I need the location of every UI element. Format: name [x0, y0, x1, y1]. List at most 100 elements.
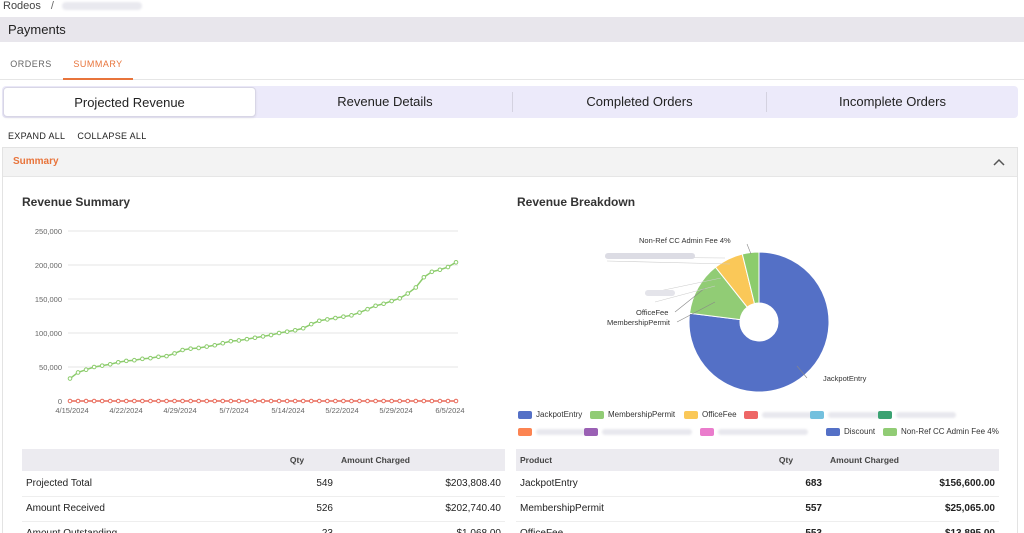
data-point[interactable]: [220, 398, 226, 404]
data-point[interactable]: [75, 370, 81, 375]
data-point[interactable]: [204, 398, 210, 404]
legend-item[interactable]: [878, 410, 956, 422]
data-point[interactable]: [123, 398, 129, 404]
data-point[interactable]: [445, 264, 451, 270]
tab-projected-revenue[interactable]: Projected Revenue: [3, 87, 256, 117]
data-point[interactable]: [445, 398, 451, 404]
data-point[interactable]: [196, 345, 201, 351]
data-point[interactable]: [429, 398, 435, 404]
data-point[interactable]: [132, 398, 137, 404]
data-point[interactable]: [292, 398, 298, 404]
data-point[interactable]: [188, 398, 193, 404]
data-point[interactable]: [180, 398, 185, 404]
data-point[interactable]: [421, 274, 427, 280]
legend-item[interactable]: JackpotEntry: [518, 410, 582, 422]
data-point[interactable]: [140, 398, 145, 404]
tab-completed-orders[interactable]: Completed Orders: [513, 87, 766, 117]
data-point[interactable]: [389, 398, 394, 404]
data-point[interactable]: [381, 301, 386, 307]
chevron-up-icon[interactable]: [991, 154, 1007, 170]
data-point[interactable]: [67, 376, 73, 381]
data-point[interactable]: [164, 398, 169, 404]
data-point[interactable]: [453, 398, 459, 404]
data-point[interactable]: [276, 398, 282, 404]
data-point[interactable]: [228, 398, 234, 404]
data-point[interactable]: [341, 398, 346, 404]
legend-item[interactable]: [700, 427, 808, 439]
expand-all-button[interactable]: EXPAND ALL: [8, 131, 65, 141]
data-point[interactable]: [172, 398, 177, 404]
data-point[interactable]: [333, 398, 338, 404]
data-point[interactable]: [268, 332, 274, 338]
data-point[interactable]: [453, 259, 459, 265]
data-point[interactable]: [405, 398, 411, 404]
legend-item[interactable]: Discount: [826, 427, 875, 439]
data-point[interactable]: [437, 398, 443, 404]
data-point[interactable]: [252, 335, 258, 341]
legend-item[interactable]: Non-Ref CC Admin Fee 4%: [883, 427, 999, 439]
data-point[interactable]: [349, 313, 354, 318]
data-point[interactable]: [180, 347, 185, 353]
data-point[interactable]: [172, 351, 177, 356]
data-point[interactable]: [244, 336, 250, 342]
data-point[interactable]: [316, 318, 322, 324]
data-point[interactable]: [308, 398, 314, 404]
data-point[interactable]: [397, 398, 403, 404]
data-point[interactable]: [244, 398, 250, 404]
data-point[interactable]: [228, 338, 234, 344]
data-point[interactable]: [349, 398, 354, 404]
data-point[interactable]: [99, 398, 105, 404]
data-point[interactable]: [429, 269, 435, 275]
data-point[interactable]: [373, 398, 378, 404]
data-point[interactable]: [437, 267, 443, 273]
data-point[interactable]: [316, 398, 322, 404]
data-point[interactable]: [413, 285, 419, 290]
data-point[interactable]: [300, 325, 306, 331]
data-point[interactable]: [365, 306, 370, 312]
data-point[interactable]: [156, 354, 161, 360]
data-point[interactable]: [284, 398, 290, 404]
data-point[interactable]: [325, 317, 330, 322]
data-point[interactable]: [260, 334, 266, 339]
data-point[interactable]: [115, 398, 121, 404]
data-point[interactable]: [83, 367, 89, 373]
data-point[interactable]: [252, 398, 258, 404]
data-point[interactable]: [115, 359, 121, 365]
data-point[interactable]: [132, 357, 137, 363]
data-point[interactable]: [164, 353, 169, 359]
data-point[interactable]: [212, 398, 218, 404]
data-point[interactable]: [156, 398, 161, 404]
data-point[interactable]: [300, 398, 306, 404]
data-point[interactable]: [91, 364, 97, 370]
summary-panel-header[interactable]: Summary: [3, 148, 1017, 177]
legend-item[interactable]: [584, 427, 692, 439]
data-point[interactable]: [236, 398, 242, 404]
data-point[interactable]: [308, 321, 314, 327]
data-point[interactable]: [148, 355, 153, 361]
data-point[interactable]: [381, 398, 386, 404]
data-point[interactable]: [260, 398, 266, 404]
data-point[interactable]: [268, 398, 274, 404]
data-point[interactable]: [123, 358, 129, 364]
data-point[interactable]: [292, 327, 298, 333]
data-point[interactable]: [284, 329, 290, 334]
legend-item[interactable]: MembershipPermit: [590, 410, 675, 422]
data-point[interactable]: [204, 344, 210, 349]
data-point[interactable]: [220, 340, 226, 346]
tab-summary[interactable]: SUMMARY: [63, 50, 133, 80]
data-point[interactable]: [107, 398, 113, 404]
breadcrumb-root-link[interactable]: Rodeos: [3, 0, 41, 12]
data-point[interactable]: [365, 398, 370, 404]
data-point[interactable]: [236, 338, 242, 343]
data-point[interactable]: [99, 363, 105, 368]
data-point[interactable]: [413, 398, 419, 404]
data-point[interactable]: [212, 342, 218, 348]
data-point[interactable]: [75, 398, 81, 404]
data-point[interactable]: [148, 398, 153, 404]
data-point[interactable]: [405, 291, 411, 296]
data-point[interactable]: [91, 398, 97, 404]
data-point[interactable]: [341, 314, 346, 319]
data-point[interactable]: [188, 346, 193, 351]
legend-item[interactable]: [810, 410, 888, 422]
tab-orders[interactable]: ORDERS: [3, 50, 59, 80]
